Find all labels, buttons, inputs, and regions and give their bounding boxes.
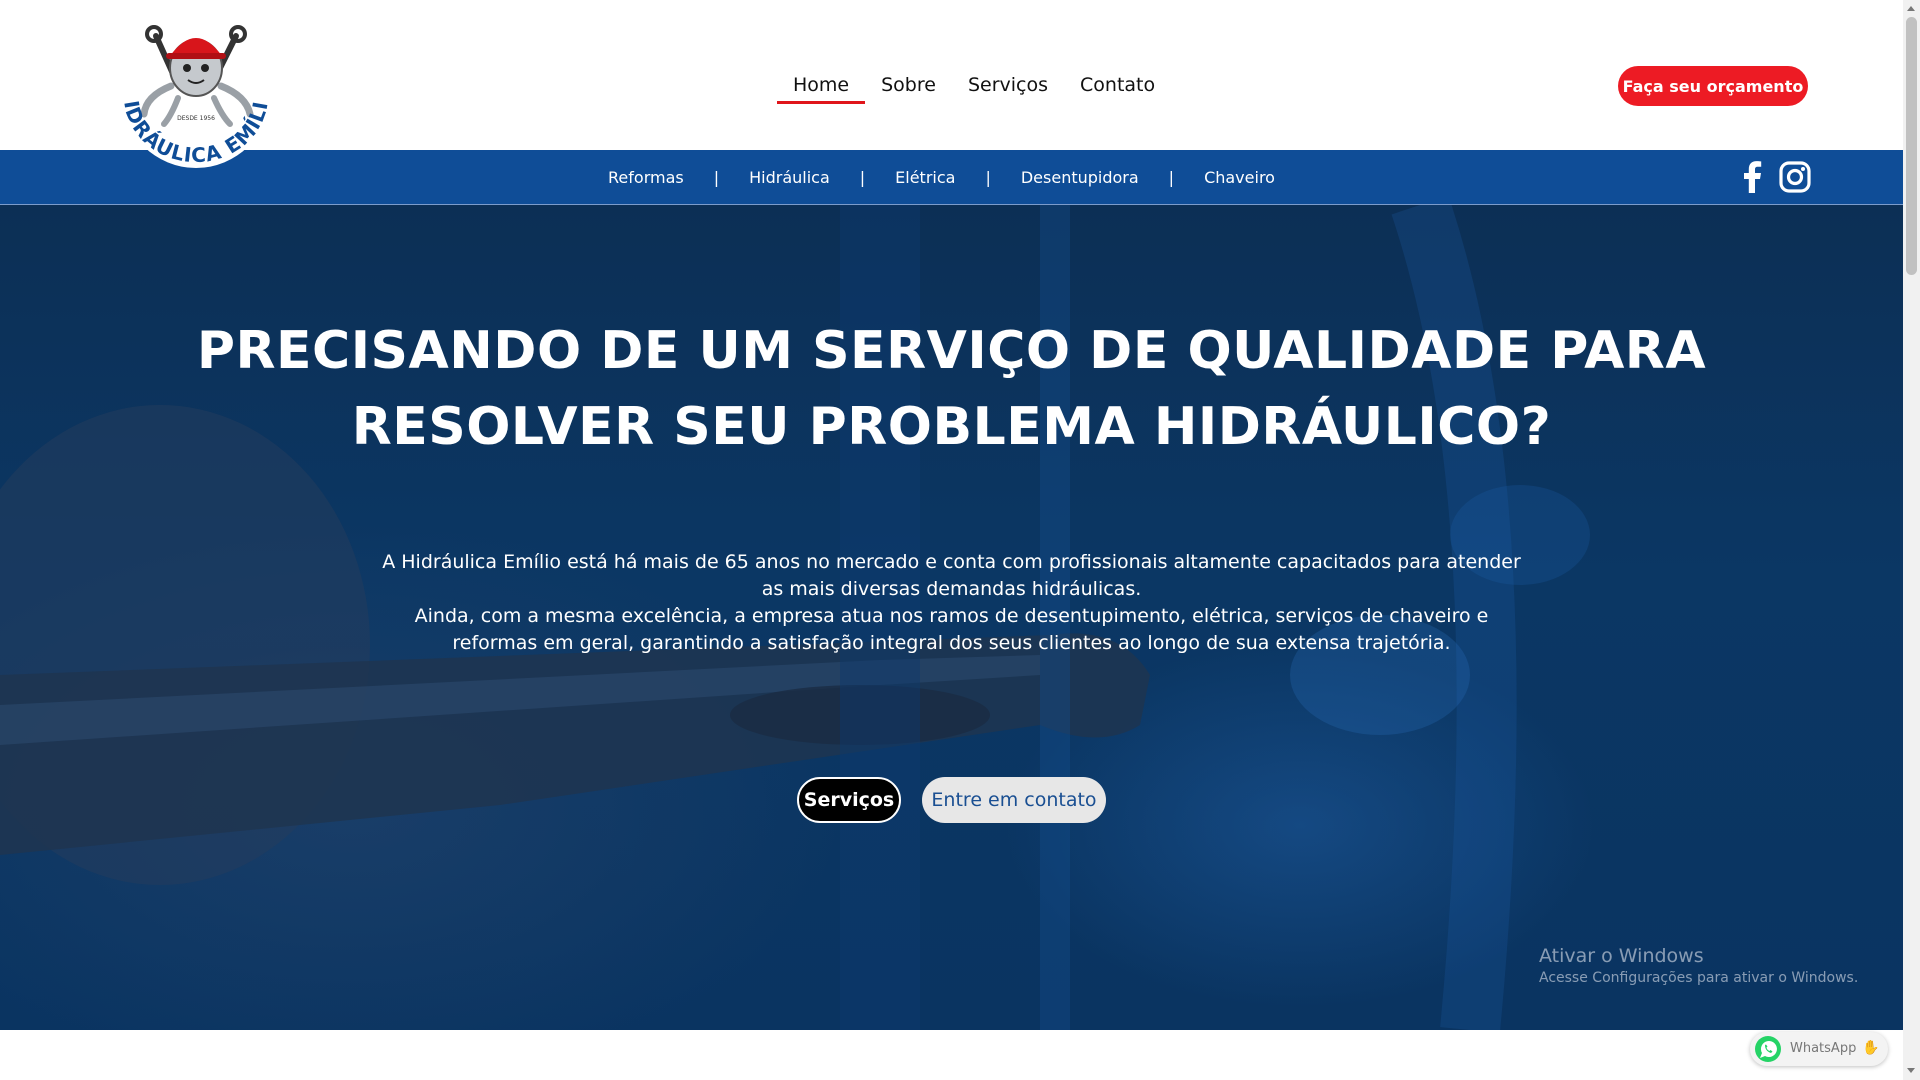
contact-button[interactable]: Entre em contato [922,777,1106,823]
service-link-desentupidora[interactable]: Desentupidora [1021,168,1139,187]
whatsapp-icon [1755,1036,1781,1062]
hero-paragraph-2: Ainda, com a mesma excelência, a empresa… [414,605,1489,654]
nav-item-sobre[interactable]: Sobre [865,70,952,104]
whatsapp-label: WhatsApp [1790,1041,1857,1056]
logo[interactable]: DESDE 1956 HIDRÁULICA EMÍLIO [107,0,276,172]
services-menu: Reformas | Hidráulica | Elétrica | Desen… [0,150,1903,204]
watermark-subtitle: Acesse Configurações para ativar o Windo… [1539,970,1859,986]
separator: | [859,167,866,187]
scroll-down-arrow-icon[interactable] [1907,1068,1915,1073]
windows-activation-watermark: Ativar o Windows Acesse Configurações pa… [1539,945,1858,986]
vertical-scrollbar[interactable] [1903,0,1920,1080]
hero-title-line-2: RESOLVER SEU PROBLEMA HIDRÁULICO? [351,397,1552,457]
hero-title-line-1: PRECISANDO DE UM SERVIÇO DE QUALIDADE PA… [196,321,1707,381]
hand-icon: ✋ [1862,1040,1880,1056]
hero-title: PRECISANDO DE UM SERVIÇO DE QUALIDADE PA… [180,313,1723,465]
services-button[interactable]: Serviços [797,777,901,823]
watermark-title: Ativar o Windows [1539,945,1704,967]
separator: | [985,167,991,187]
scroll-thumb[interactable] [1906,17,1917,275]
nav-item-home[interactable]: Home [777,70,866,104]
quote-button[interactable]: Faça seu orçamento [1618,66,1808,106]
hero-description: A Hidráulica Emílio está há mais de 65 a… [370,549,1533,657]
facebook-icon[interactable] [1736,160,1770,194]
scroll-up-arrow-icon[interactable] [1907,6,1915,11]
nav-item-servicos[interactable]: Serviços [952,70,1064,104]
services-bar: Reformas | Hidráulica | Elétrica | Desen… [0,150,1903,205]
logo-octopus-icon: DESDE 1956 HIDRÁULICA EMÍLIO [107,0,272,168]
instagram-icon[interactable] [1778,160,1812,194]
service-link-eletrica[interactable]: Elétrica [895,168,955,187]
nav-item-contato[interactable]: Contato [1064,70,1171,104]
separator: | [1168,167,1175,187]
service-link-hidraulica[interactable]: Hidráulica [749,168,830,187]
main-nav: Home Sobre Serviços Contato [777,70,1171,104]
service-link-reformas[interactable]: Reformas [608,168,684,187]
page: Home Sobre Serviços Contato Faça seu orç… [0,0,1903,1080]
whatsapp-button[interactable]: WhatsApp ✋ [1750,1032,1888,1066]
site-header: Home Sobre Serviços Contato Faça seu orç… [0,0,1903,150]
separator: | [713,167,720,187]
hero-paragraph-1: A Hidráulica Emílio está há mais de 65 a… [382,551,1521,600]
service-link-chaveiro[interactable]: Chaveiro [1204,168,1275,187]
svg-text:DESDE 1956: DESDE 1956 [177,115,215,122]
hero-section: PRECISANDO DE UM SERVIÇO DE QUALIDADE PA… [0,205,1903,1030]
